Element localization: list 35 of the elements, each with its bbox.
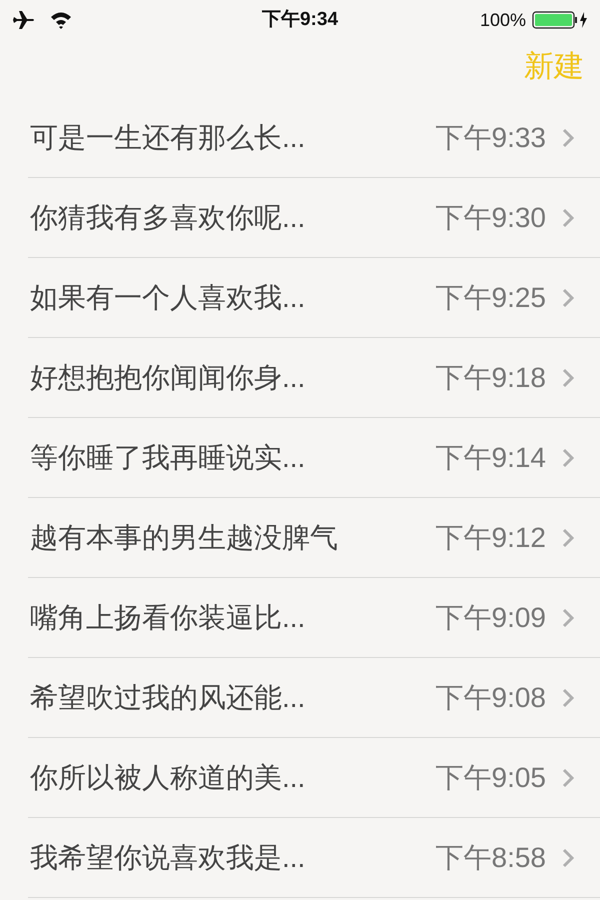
note-time: 下午9:30 (436, 200, 546, 234)
chevron-icon (562, 688, 574, 708)
note-time: 下午9:08 (436, 680, 546, 714)
note-time: 下午9:05 (436, 760, 546, 794)
battery-charging-icon (532, 11, 588, 29)
note-title[interactable]: 我希望你说喜欢我是... (28, 836, 436, 878)
chevron-icon (562, 448, 574, 468)
note-title[interactable]: 嘴角上扬看你装逼比... (28, 596, 436, 638)
note-title[interactable]: 可是一生还有那么长... (28, 116, 436, 158)
battery-percentage: 100% (480, 8, 526, 32)
note-title[interactable]: 等你睡了我再睡说实... (28, 436, 436, 478)
note-time: 下午9:12 (436, 520, 546, 554)
chevron-icon (562, 608, 574, 628)
note-time: 下午9:25 (436, 280, 546, 314)
note-title[interactable]: 越有本事的男生越没脾气 (28, 516, 436, 558)
airplane-mode-icon (12, 10, 36, 30)
chevron-icon (562, 128, 574, 148)
note-time: 下午9:14 (436, 440, 546, 474)
note-time: 下午9:33 (436, 120, 546, 154)
note-time: 下午9:18 (436, 360, 546, 394)
chevron-icon (562, 528, 574, 548)
chevron-icon (562, 848, 574, 868)
note-title[interactable]: 希望吹过我的风还能... (28, 676, 436, 718)
chevron-icon (562, 288, 574, 308)
note-time: 下午8:58 (436, 840, 546, 874)
note-title[interactable]: 如果有一个人喜欢我... (28, 276, 436, 318)
note-time: 下午9:09 (436, 600, 546, 634)
note-title[interactable]: 你所以被人称道的美... (28, 756, 436, 798)
chevron-icon (562, 368, 574, 388)
note-title[interactable]: 好想抱抱你闻闻你身... (28, 356, 436, 398)
status-time: 下午9:34 (262, 8, 338, 32)
note-title[interactable]: 你猜我有多喜欢你呢... (28, 196, 436, 238)
chevron-icon (562, 208, 574, 228)
chevron-icon (562, 768, 574, 788)
wifi-icon (50, 11, 72, 29)
